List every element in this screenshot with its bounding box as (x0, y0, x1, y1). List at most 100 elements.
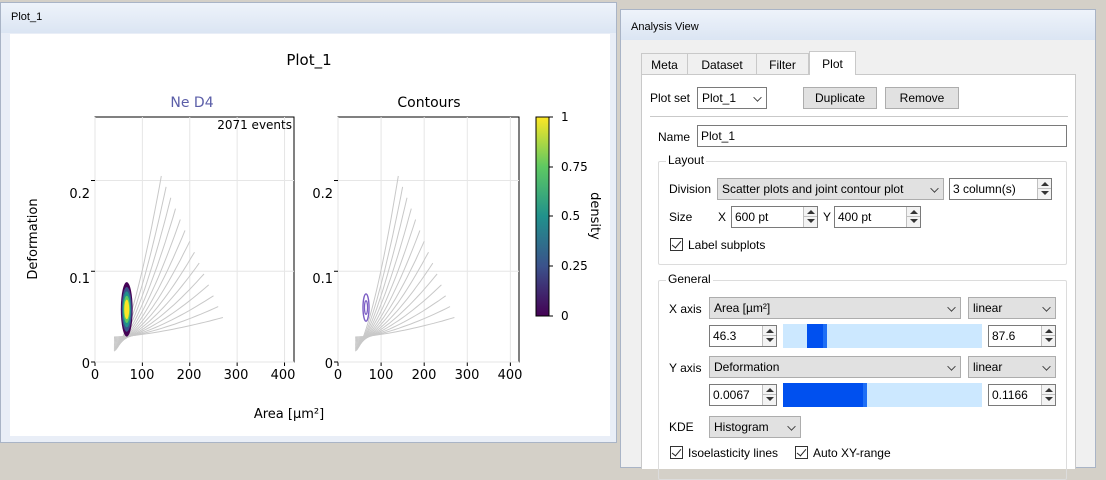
y-axis-label: Y axis (669, 361, 702, 375)
division-select[interactable]: Scatter plots and joint contour plot (717, 178, 944, 200)
colorbar-label: density (587, 192, 602, 240)
y-min-stepper[interactable]: 0.0067 (709, 384, 777, 406)
x-scale-value: linear (973, 301, 1003, 315)
p1-ytick-2: 0.2 (69, 187, 90, 202)
scatter-gridlines (91, 117, 294, 366)
p1-xtick-3: 300 (224, 368, 249, 383)
stepper-arrows-icon[interactable] (1037, 179, 1051, 199)
chevron-down-icon (787, 422, 796, 431)
x-axis-label: X axis (669, 302, 702, 316)
plot-set-select[interactable]: Plot_1 (697, 87, 767, 109)
x-min-value: 46.3 (713, 329, 737, 343)
figure-title: Plot_1 (286, 51, 331, 70)
layout-group-title: Layout (666, 153, 707, 167)
duplicate-button[interactable]: Duplicate (803, 87, 877, 109)
kde-value: Histogram (714, 420, 769, 434)
tab-dataset[interactable]: Dataset (687, 53, 757, 75)
stepper-arrows-icon[interactable] (762, 385, 776, 405)
p2-xtick-0: 0 (334, 368, 342, 383)
tab-meta[interactable]: Meta (641, 53, 688, 75)
label-subplots-label: Label subplots (688, 238, 766, 252)
contour-title: Contours (397, 95, 460, 111)
colorbar-tick-05: 0.5 (561, 209, 580, 223)
p2-isoelastic-line-1 (354, 186, 404, 351)
colorbar-tick-075: 0.75 (561, 160, 588, 174)
x-scale-select[interactable]: linear (968, 297, 1056, 319)
tab-filter[interactable]: Filter (756, 53, 809, 75)
stepper-arrows-icon[interactable] (762, 326, 776, 346)
x-max-value: 87.6 (992, 329, 1016, 343)
size-y-stepper[interactable]: 400 pt (834, 206, 921, 228)
contour-gridlines (334, 117, 519, 366)
y-axis-label: Deformation (26, 198, 41, 279)
y-axis-select[interactable]: Deformation (709, 356, 961, 378)
size-x-label: X (718, 210, 727, 224)
plot-set-value: Plot_1 (702, 91, 737, 105)
label-subplots-checkbox[interactable] (670, 238, 683, 251)
p2-xtick-4: 400 (498, 368, 523, 383)
stepper-arrows-icon[interactable] (906, 207, 920, 227)
x-axis-select[interactable]: Area [µm²] (709, 297, 961, 319)
size-y-value: 400 pt (838, 210, 872, 224)
p2-ytick-0: 0 (325, 357, 333, 372)
y-range-handle[interactable] (783, 383, 867, 407)
scatter-density-cluster (120, 282, 133, 337)
x-range-slider[interactable] (783, 324, 982, 348)
chevron-down-icon (1042, 303, 1051, 312)
name-label: Name (658, 130, 691, 144)
p2-xtick-1: 100 (369, 368, 394, 383)
stepper-arrows-icon[interactable] (803, 207, 817, 227)
colorbar-tick-0: 0 (561, 309, 569, 323)
columns-value: 3 column(s) (953, 182, 1016, 196)
chevron-down-icon (947, 362, 956, 371)
y-scale-select[interactable]: linear (968, 356, 1056, 378)
contour-isoelastic-lines (354, 175, 455, 352)
size-y-label: Y (823, 210, 832, 224)
columns-stepper[interactable]: 3 column(s) (949, 178, 1052, 200)
contour-outline-inner (363, 300, 369, 315)
p2-ytick-1: 0.1 (312, 272, 333, 287)
remove-button[interactable]: Remove (885, 87, 959, 109)
analysis-window-title[interactable]: Analysis View (621, 10, 1095, 40)
auto-range-checkbox[interactable] (795, 446, 808, 459)
events-label: 2071 events (217, 118, 292, 132)
x-axis-value: Area [µm²] (714, 301, 771, 315)
contour-frame (337, 116, 520, 363)
x-max-stepper[interactable]: 87.6 (988, 325, 1056, 347)
colorbar-tick-1: 1 (561, 110, 569, 124)
plot-tab-panel: Plot set Plot_1 Duplicate Remove Name Pl… (641, 74, 1076, 480)
contour-region (362, 293, 370, 322)
plot-set-label: Plot set (650, 91, 691, 105)
contour-outline-outer (362, 293, 370, 322)
p1-xtick-4: 400 (271, 368, 296, 383)
x-min-stepper[interactable]: 46.3 (709, 325, 777, 347)
size-x-stepper[interactable]: 600 pt (731, 206, 818, 228)
isoelasticity-checkbox[interactable] (670, 446, 683, 459)
stepper-arrows-icon[interactable] (1041, 326, 1055, 346)
p1-xtick-2: 200 (177, 368, 202, 383)
plot-window: Plot_1 Plot_1 Ne D4 Contours 2071 events… (0, 2, 617, 443)
p1-xtick-1: 100 (130, 368, 155, 383)
y-scale-value: linear (973, 360, 1003, 374)
analysis-window: Analysis View Meta Dataset Filter Plot P… (620, 9, 1096, 480)
stepper-arrows-icon[interactable] (1041, 385, 1055, 405)
kde-select[interactable]: Histogram (709, 416, 801, 438)
scatter-title: Ne D4 (170, 95, 213, 111)
tab-plot[interactable]: Plot (809, 51, 856, 75)
y-max-stepper[interactable]: 0.1166 (988, 384, 1056, 406)
p2-xtick-3: 300 (455, 368, 480, 383)
colorbar-tick-025: 0.25 (561, 259, 588, 273)
x-range-handle[interactable] (806, 324, 827, 348)
general-group-title: General (666, 272, 713, 286)
isoelasticity-label: Isoelasticity lines (688, 446, 779, 460)
plot-window-title[interactable]: Plot_1 (1, 3, 616, 33)
y-range-slider[interactable] (783, 383, 982, 407)
chevron-down-icon (930, 184, 939, 193)
name-input[interactable]: Plot_1 (697, 125, 1067, 147)
p2-xtick-2: 200 (412, 368, 437, 383)
colorbar (535, 116, 550, 317)
y-min-value: 0.0067 (713, 388, 750, 402)
density-level-4 (124, 299, 130, 320)
division-value: Scatter plots and joint contour plot (722, 182, 904, 196)
chevron-down-icon (753, 93, 762, 102)
